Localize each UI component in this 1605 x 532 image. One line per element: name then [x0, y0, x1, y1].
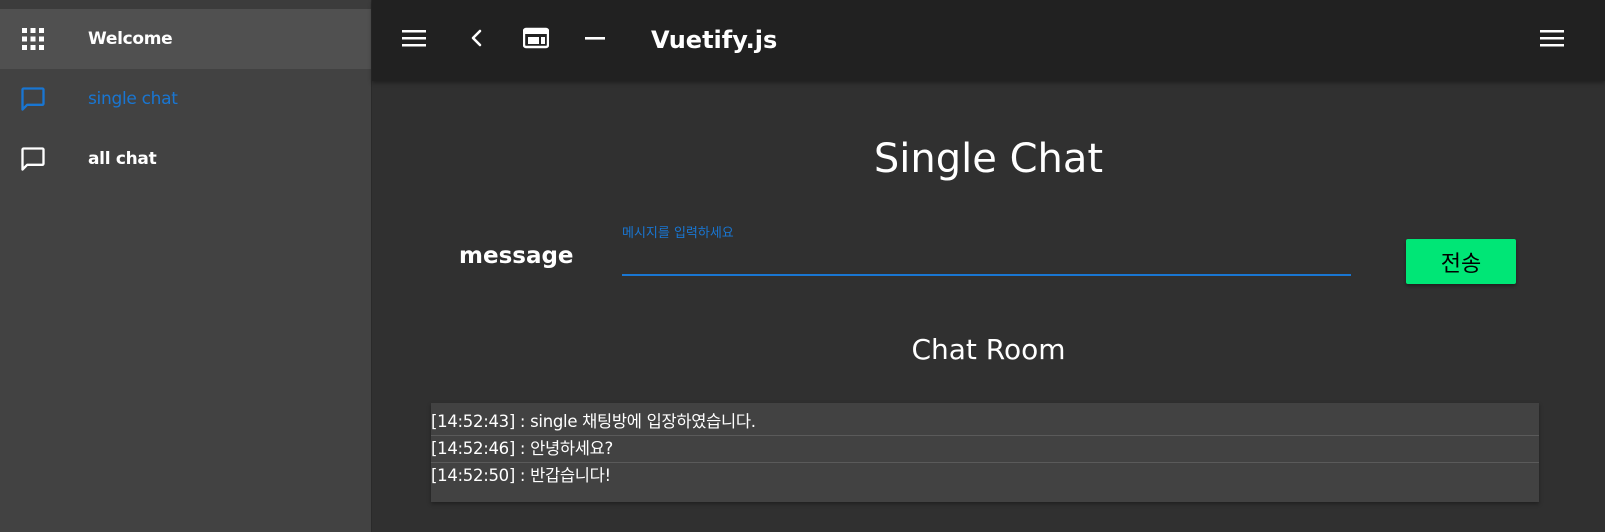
- sidebar-item-welcome[interactable]: Welcome: [0, 9, 371, 69]
- chat-icon: [19, 145, 47, 173]
- chat-message-list: [14:52:43] : single 채팅방에 입장하였습니다. [14:52…: [431, 403, 1539, 502]
- drawer-top-strip: [0, 0, 371, 9]
- menu-icon: [402, 26, 426, 54]
- message-label: message: [459, 243, 574, 269]
- web-layout-icon: [522, 27, 550, 53]
- input-floating-label: 메시지를 입력하세요: [622, 226, 734, 241]
- chat-room-title: Chat Room: [911, 333, 1066, 366]
- chat-message: [14:52:43] : single 채팅방에 입장하였습니다.: [431, 409, 1539, 436]
- sidebar-item-label: Welcome: [88, 29, 173, 49]
- message-input[interactable]: [622, 240, 1351, 276]
- sidebar-item-label: all chat: [88, 149, 157, 169]
- chat-message: [14:52:50] : 반갑습니다!: [431, 466, 611, 485]
- app-toolbar: Vuetify.js: [372, 0, 1605, 81]
- back-button[interactable]: [459, 22, 495, 58]
- minimize-button[interactable]: [577, 22, 613, 58]
- page-title: Single Chat: [873, 136, 1104, 182]
- right-menu-button[interactable]: [1534, 22, 1570, 58]
- layout-button[interactable]: [518, 22, 554, 58]
- sidebar-item-all-chat[interactable]: all chat: [0, 129, 371, 189]
- navigation-drawer: Welcome single chat all chat: [0, 0, 372, 532]
- toolbar-title: Vuetify.js: [651, 26, 778, 54]
- chevron-left-icon: [465, 26, 489, 54]
- send-button[interactable]: 전송: [1406, 239, 1516, 284]
- chat-icon: [19, 85, 47, 113]
- minimize-icon: [584, 27, 606, 53]
- sidebar-item-label: single chat: [88, 89, 178, 109]
- chat-message: [14:52:46] : 안녕하세요?: [431, 436, 1539, 463]
- menu-icon: [1540, 26, 1564, 54]
- apps-grid-icon: [19, 25, 47, 53]
- sidebar-item-single-chat[interactable]: single chat: [0, 69, 371, 129]
- menu-toggle-button[interactable]: [396, 22, 432, 58]
